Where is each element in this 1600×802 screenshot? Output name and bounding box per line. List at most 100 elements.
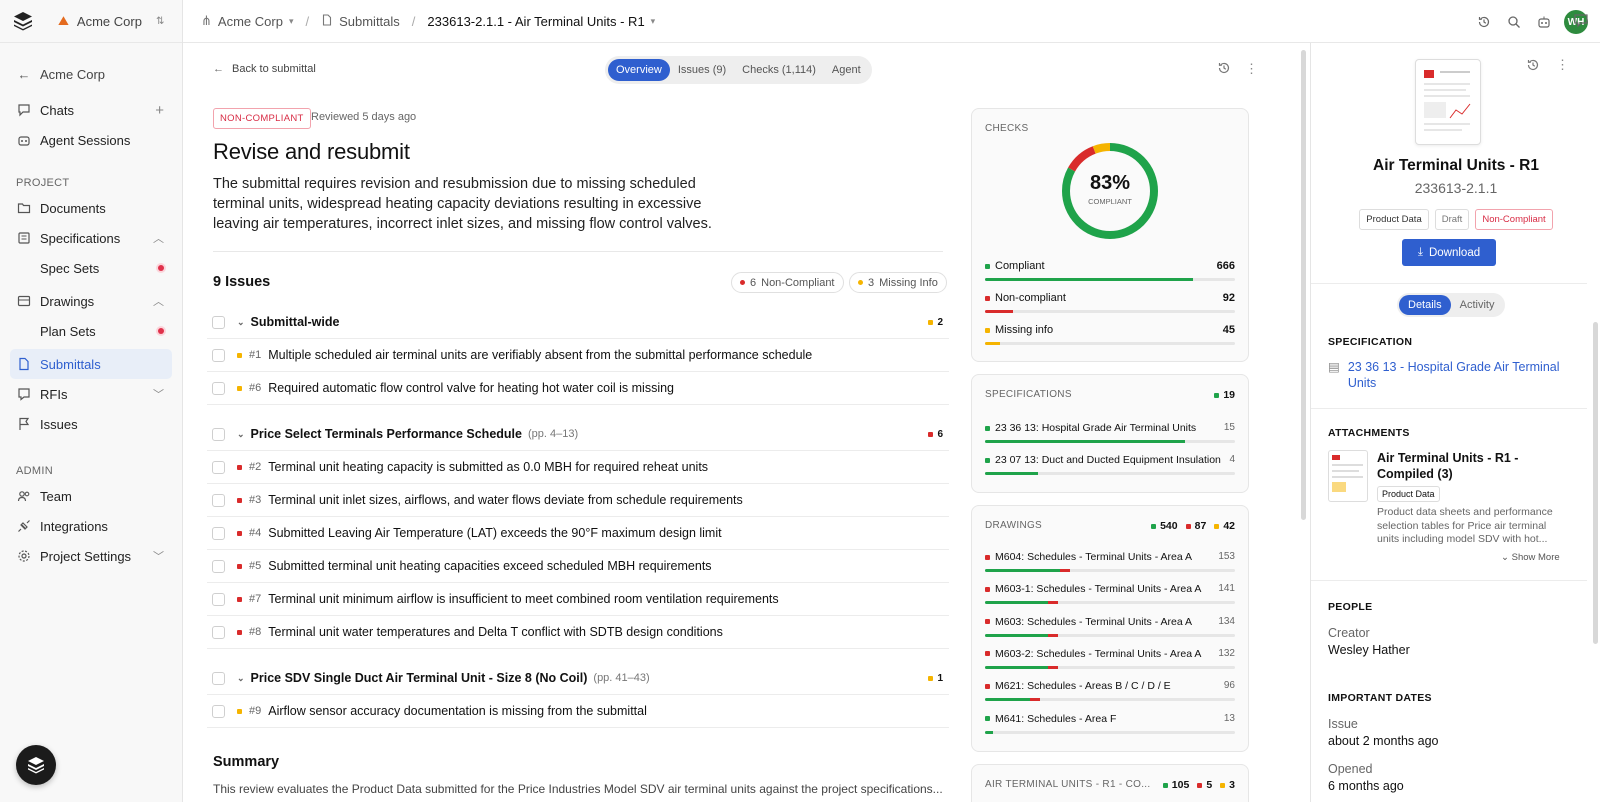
- more-options-icon[interactable]: ⋮: [1245, 61, 1258, 77]
- robot-icon[interactable]: [1534, 12, 1554, 32]
- issue-row[interactable]: #9 Airflow sensor accuracy documentation…: [207, 695, 949, 728]
- sidebar-item-drawings[interactable]: Drawings ︿: [10, 286, 172, 316]
- issue-checkbox[interactable]: [212, 704, 225, 718]
- drawing-row[interactable]: M603-1: Schedules - Terminal Units - Are…: [985, 583, 1235, 605]
- app-logo-icon[interactable]: [12, 10, 34, 32]
- stat-compliant[interactable]: Compliant 666: [985, 260, 1235, 281]
- group-checkbox[interactable]: [212, 671, 225, 685]
- drawing-row[interactable]: M603-2: Schedules - Terminal Units - Are…: [985, 648, 1235, 669]
- chevron-down-icon[interactable]: ⌄: [237, 317, 245, 328]
- sidebar-item-issues[interactable]: Issues: [10, 409, 172, 439]
- breadcrumb-submittals[interactable]: Submittals: [321, 14, 400, 29]
- issue-checkbox[interactable]: [212, 625, 225, 639]
- issue-group-header[interactable]: ⌄ Submittal-wide 2: [207, 306, 949, 339]
- tab-agent[interactable]: Agent: [824, 59, 869, 81]
- issue-checkbox[interactable]: [212, 381, 225, 395]
- issue-row[interactable]: #5 Submitted terminal unit heating capac…: [207, 550, 949, 583]
- drawing-row[interactable]: M603: Schedules - Terminal Units - Area …: [985, 616, 1235, 637]
- issue-checkbox[interactable]: [212, 592, 225, 606]
- chevron-down-icon[interactable]: ﹀: [153, 548, 164, 564]
- breadcrumb-current[interactable]: 233613-2.1.1 - Air Terminal Units - R1 ▾: [427, 14, 655, 29]
- issue-row[interactable]: #3 Terminal unit inlet sizes, airflows, …: [207, 484, 949, 517]
- issue-row[interactable]: #2 Terminal unit heating capacity is sub…: [207, 451, 949, 484]
- issue-checkbox[interactable]: [212, 348, 225, 362]
- document-thumbnail[interactable]: [1415, 59, 1481, 145]
- issue-row[interactable]: #1 Multiple scheduled air terminal units…: [207, 339, 949, 372]
- chevron-down-icon[interactable]: ⌄: [237, 673, 245, 684]
- sidebar-item-chats[interactable]: Chats +: [10, 95, 172, 125]
- sidebar-header: ⛰ Acme Corp ⇅: [0, 0, 182, 43]
- chevron-down-icon[interactable]: ⌄: [237, 429, 245, 440]
- sidebar-item-submittals[interactable]: Submittals: [10, 349, 172, 379]
- noncompliant-filter-pill[interactable]: 6 Non-Compliant: [731, 272, 844, 293]
- issue-group-header[interactable]: ⌄ Price SDV Single Duct Air Terminal Uni…: [207, 662, 949, 695]
- tab-overview[interactable]: Overview: [608, 59, 670, 81]
- stat-missing-info[interactable]: Missing info 45: [985, 324, 1235, 345]
- specification-link[interactable]: ▤ 23 36 13 - Hospital Grade Air Terminal…: [1328, 359, 1568, 391]
- history-icon[interactable]: [1217, 61, 1231, 78]
- attachment-title[interactable]: Air Terminal Units - R1 - Compiled (3): [1377, 450, 1567, 482]
- tab-activity[interactable]: Activity: [1451, 295, 1504, 315]
- details-scrollbar[interactable]: [1593, 322, 1598, 644]
- issue-text: Terminal unit heating capacity is submit…: [268, 460, 709, 474]
- chevron-up-icon[interactable]: ︿: [153, 293, 164, 309]
- group-count: 2: [928, 317, 943, 328]
- breadcrumb-org[interactable]: ⋔ Acme Corp ▾: [201, 13, 293, 29]
- gear-icon: [16, 548, 32, 564]
- group-checkbox[interactable]: [212, 427, 225, 441]
- drawing-label: M641: Schedules - Area F: [995, 712, 1117, 725]
- drawing-row[interactable]: M641: Schedules - Area F 13: [985, 713, 1235, 734]
- sidebar-item-specifications[interactable]: Specifications ︿: [10, 223, 172, 253]
- content-scrollbar[interactable]: [1301, 50, 1306, 520]
- sidebar-item-agent-sessions[interactable]: Agent Sessions: [10, 125, 172, 155]
- missing-info-filter-pill[interactable]: 3 Missing Info: [849, 272, 947, 293]
- status-marker: [985, 651, 990, 657]
- org-switcher[interactable]: ⛰ Acme Corp ⇅: [58, 13, 164, 29]
- issue-checkbox[interactable]: [212, 559, 225, 573]
- sidebar-item-plan-sets[interactable]: Plan Sets: [10, 316, 172, 346]
- history-icon[interactable]: [1474, 12, 1494, 32]
- stat-value: 92: [1222, 292, 1235, 304]
- drawing-row[interactable]: M604: Schedules - Terminal Units - Area …: [985, 551, 1235, 572]
- sidebar-item-team[interactable]: Team: [10, 481, 172, 511]
- back-to-submittal-link[interactable]: ← Back to submittal: [213, 63, 316, 75]
- drawing-value: 96: [1223, 680, 1235, 692]
- chevron-down-icon[interactable]: ﹀: [153, 386, 164, 402]
- more-options-icon[interactable]: ⋮: [1556, 57, 1569, 73]
- sidebar-item-spec-sets[interactable]: Spec Sets: [10, 253, 172, 283]
- issue-row[interactable]: #6 Required automatic flow control valve…: [207, 372, 949, 405]
- severity-marker: [237, 352, 242, 358]
- issue-row[interactable]: #4 Submitted Leaving Air Temperature (LA…: [207, 517, 949, 550]
- issue-group-header[interactable]: ⌄ Price Select Terminals Performance Sch…: [207, 418, 949, 451]
- sidebar-item-rfis[interactable]: RFIs ﹀: [10, 379, 172, 409]
- tab-details[interactable]: Details: [1399, 295, 1451, 315]
- tab-checks[interactable]: Checks (1,114): [734, 59, 824, 81]
- drawing-icon: [16, 293, 32, 309]
- spec-row[interactable]: 23 07 13: Duct and Ducted Equipment Insu…: [985, 454, 1235, 475]
- group-checkbox[interactable]: [212, 315, 225, 329]
- spec-row[interactable]: 23 36 13: Hospital Grade Air Terminal Un…: [985, 422, 1235, 443]
- flag-icon: [16, 416, 32, 432]
- search-icon[interactable]: [1504, 12, 1524, 32]
- show-more-link[interactable]: ⌄ Show More: [1501, 552, 1560, 563]
- add-chat-icon[interactable]: +: [155, 102, 164, 119]
- issue-checkbox[interactable]: [212, 493, 225, 507]
- issue-row[interactable]: #8 Terminal unit water temperatures and …: [207, 616, 949, 649]
- tab-issues[interactable]: Issues (9): [670, 59, 734, 81]
- section-heading: SPECIFICATION: [1328, 336, 1413, 348]
- download-button[interactable]: ⤓ Download: [1402, 239, 1496, 266]
- chat-toggle-icon[interactable]: [1573, 12, 1589, 31]
- issue-checkbox[interactable]: [212, 460, 225, 474]
- issue-checkbox[interactable]: [212, 526, 225, 540]
- chevron-up-icon[interactable]: ︿: [153, 230, 164, 246]
- sidebar-item-project-settings[interactable]: Project Settings ﹀: [10, 541, 172, 571]
- drawing-row[interactable]: M621: Schedules - Areas B / C / D / E 96: [985, 680, 1235, 702]
- issue-row[interactable]: #7 Terminal unit minimum airflow is insu…: [207, 583, 949, 616]
- stat-noncompliant[interactable]: Non-compliant 92: [985, 292, 1235, 313]
- back-to-org-link[interactable]: ← Acme Corp: [10, 59, 172, 89]
- sidebar-item-documents[interactable]: Documents: [10, 193, 172, 223]
- sidebar-item-integrations[interactable]: Integrations: [10, 511, 172, 541]
- assistant-launcher-button[interactable]: [16, 745, 56, 785]
- attachment-thumbnail[interactable]: [1328, 450, 1368, 502]
- history-icon[interactable]: [1526, 58, 1540, 75]
